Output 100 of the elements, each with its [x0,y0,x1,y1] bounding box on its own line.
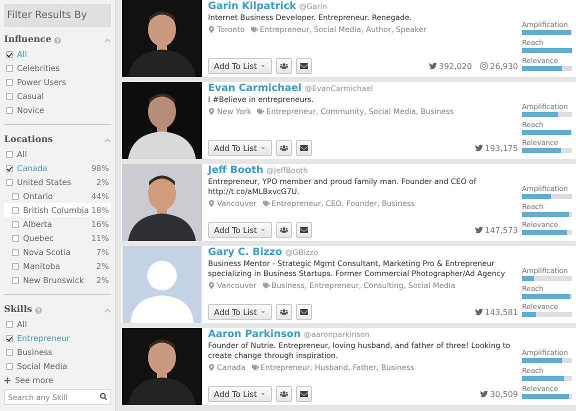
share-percent: 16% [91,220,109,228]
tags-icon [262,282,270,289]
add-to-list-button[interactable]: Add To List [208,222,272,238]
filter-option[interactable]: Celebrities [4,61,111,75]
twitter-icon [474,226,483,234]
chevron-up-icon[interactable] [104,136,111,144]
filter-option[interactable]: Social Media [4,359,111,373]
share-percent: 2% [96,178,109,186]
share-percent: 7% [96,248,109,256]
add-to-list-button[interactable]: Add To List [208,140,272,156]
follower-count: 193,175 [484,144,518,152]
checkbox[interactable] [6,178,13,186]
see-more-link[interactable]: See more [4,373,111,387]
section-title: Skills [4,305,32,315]
checkbox[interactable] [12,220,19,228]
person-name[interactable]: Gary C. Bizzo [208,247,282,258]
chevron-up-icon[interactable] [104,36,111,44]
checkbox[interactable] [6,348,13,356]
group-icon [280,62,288,70]
instagram-icon [480,62,488,70]
mail-button[interactable] [296,58,312,74]
plus-icon [4,376,11,384]
group-button[interactable] [276,304,292,320]
mail-button[interactable] [296,386,312,402]
share-percent: 11% [91,234,109,242]
follower-count: 30,509 [490,390,518,398]
share-percent: 2% [96,276,109,284]
twitter-icon [480,390,488,398]
checkbox[interactable] [6,50,13,58]
checkbox[interactable] [12,234,19,242]
share-percent: 98% [91,164,109,172]
checkbox[interactable] [12,262,19,270]
twitter-icon [474,144,483,152]
map-pin-icon [208,200,215,207]
map-pin-icon [208,364,215,371]
envelope-icon [300,308,308,316]
filter-option[interactable]: Canada 98% [4,161,111,175]
mail-button[interactable] [296,222,312,238]
filter-option[interactable]: Power Users [4,75,111,89]
filter-option[interactable]: Ontario 44% [4,189,111,203]
checkbox[interactable] [12,276,19,284]
follower-count: 143,581 [484,308,518,316]
filter-option[interactable]: Nova Scotia 7% [4,245,111,259]
follower-count: 147,573 [484,226,518,234]
filter-option[interactable]: United States 2% [4,175,111,189]
filter-option[interactable]: All [4,47,111,61]
group-button[interactable] [276,386,292,402]
group-button[interactable] [276,140,292,156]
group-icon [280,308,288,316]
add-to-list-button[interactable]: Add To List [208,58,272,74]
caret-icon [260,145,266,151]
mail-button[interactable] [296,140,312,156]
add-to-list-button[interactable]: Add To List [208,304,272,320]
mail-button[interactable] [296,304,312,320]
filter-option[interactable]: Quebec 11% [4,231,111,245]
map-pin-icon [208,26,215,33]
checkbox[interactable] [6,64,13,72]
filter-title: Filter Results By [4,4,111,27]
tags-icon [250,26,258,33]
twitter-icon [428,62,437,70]
person-name[interactable]: Aaron Parkinson [208,329,301,340]
checkbox[interactable] [6,92,13,100]
tags-icon [257,108,264,115]
group-button[interactable] [276,222,292,238]
checkbox[interactable] [6,150,13,158]
filter-option[interactable]: Manitoba 2% [4,259,111,273]
person-name[interactable]: Garin Kilpatrick [208,1,296,12]
filter-option[interactable]: All [4,317,111,331]
filter-option[interactable]: British Columbia 18% [4,203,111,217]
checkbox[interactable] [6,334,13,342]
filter-option[interactable]: Business [4,345,111,359]
checkbox[interactable] [6,320,13,328]
caret-icon [260,63,266,69]
checkbox[interactable] [6,164,13,172]
help-icon[interactable] [54,36,62,44]
filter-option[interactable]: Novice [4,103,111,117]
person-name[interactable]: Evan Carmichael [208,83,302,94]
envelope-icon [300,390,308,398]
checkbox[interactable] [12,248,19,256]
checkbox[interactable] [12,192,19,200]
filter-option[interactable]: All [4,147,111,161]
chevron-up-icon[interactable] [104,306,111,314]
checkbox[interactable] [12,206,19,214]
filter-option[interactable]: Alberta 16% [4,217,111,231]
tags-icon [262,200,270,207]
tags-icon [252,364,259,371]
caret-icon [260,391,266,397]
checkbox[interactable] [6,106,13,114]
filter-option[interactable]: New Brunswick 2% [4,273,111,287]
filter-option[interactable]: Entrepreneur [4,331,111,345]
checkbox[interactable] [6,362,13,370]
group-button[interactable] [276,58,292,74]
checkbox[interactable] [6,78,13,86]
share-percent: 18% [91,206,109,214]
add-to-list-button[interactable]: Add To List [208,386,272,402]
person-name[interactable]: Jeff Booth [208,165,264,176]
filter-option[interactable]: Casual [4,89,111,103]
caret-icon [260,309,266,315]
search-icon[interactable] [100,393,107,400]
help-icon[interactable] [35,306,42,314]
